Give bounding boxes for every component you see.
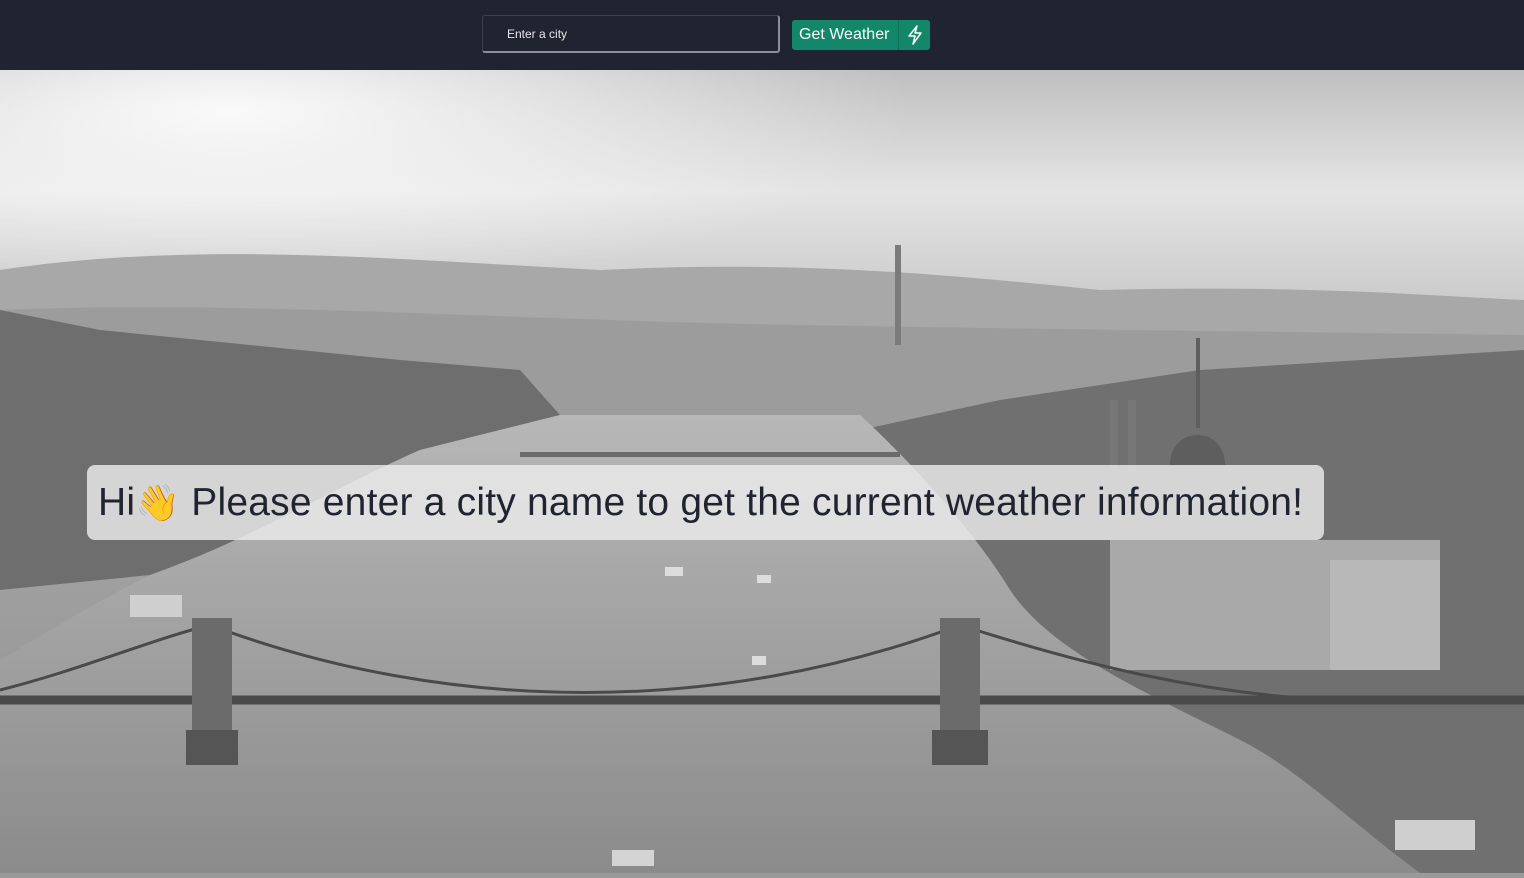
city-search-input[interactable] [483, 16, 778, 51]
instruction-text: Please enter a city name to get the curr… [180, 480, 1304, 524]
lightning-bolt-icon [898, 20, 930, 50]
welcome-banner: Hi👋 Please enter a city name to get the … [87, 465, 1324, 540]
welcome-message: Hi👋 Please enter a city name to get the … [98, 481, 1303, 525]
waving-hand-icon: 👋 [135, 481, 181, 523]
city-search-field[interactable] [482, 15, 780, 53]
top-bar: Get Weather [0, 0, 1524, 70]
greeting-text: Hi [98, 480, 136, 524]
get-weather-button[interactable]: Get Weather [792, 20, 930, 50]
get-weather-button-label: Get Weather [799, 26, 890, 43]
